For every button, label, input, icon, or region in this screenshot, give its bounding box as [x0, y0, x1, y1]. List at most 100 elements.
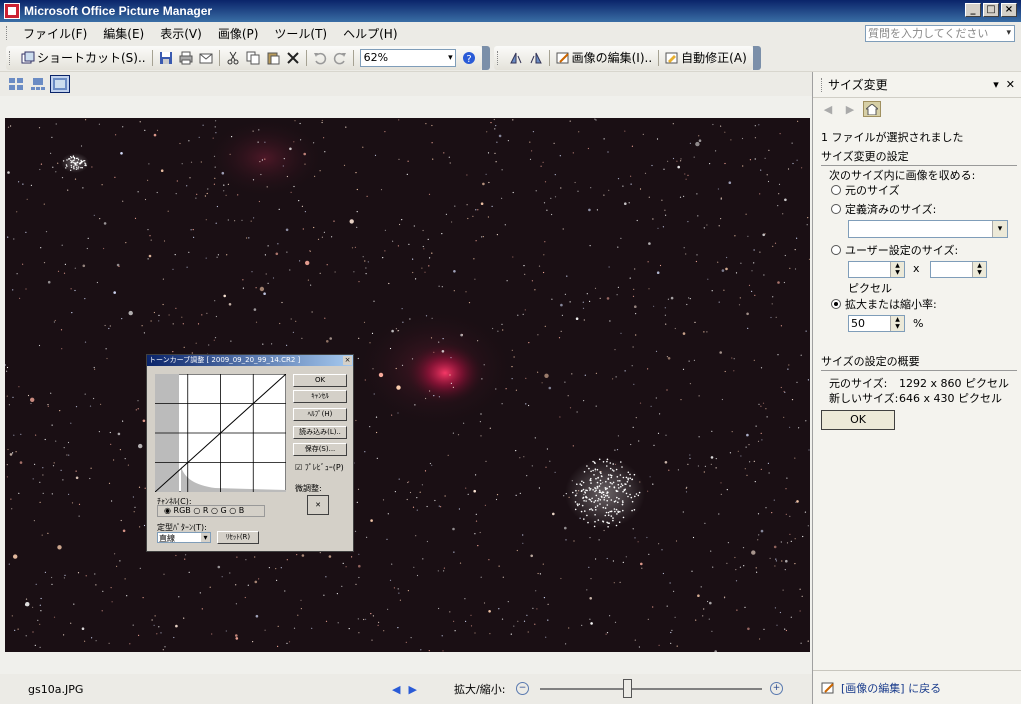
- tone-curve-graph[interactable]: [155, 374, 286, 492]
- toolbar-separator: [151, 49, 153, 66]
- next-picture-icon[interactable]: ▶: [408, 683, 424, 696]
- predefined-size-select[interactable]: ▾: [848, 220, 1008, 238]
- tone-preview-checkbox[interactable]: ☑ ﾌﾟﾚﾋﾞｭｰ(P): [295, 462, 344, 473]
- status-filename: gs10a.JPG: [28, 682, 84, 696]
- single-picture-view-button[interactable]: [50, 75, 70, 93]
- redo-icon: [333, 52, 346, 64]
- menu-picture[interactable]: 画像(P): [210, 25, 267, 42]
- print-button[interactable]: [176, 48, 196, 68]
- save-button[interactable]: [156, 48, 176, 68]
- delete-button[interactable]: [283, 48, 303, 68]
- edit-picture-button[interactable]: 画像の編集(I)..: [553, 48, 656, 68]
- forward-arrow-icon[interactable]: ▶: [841, 101, 859, 117]
- toolbar-separator: [305, 49, 307, 66]
- radio-percent[interactable]: [831, 299, 841, 309]
- menubar-grip[interactable]: [6, 26, 9, 40]
- title-bar: Microsoft Office Picture Manager _ □ ×: [0, 0, 1021, 22]
- maximize-button[interactable]: □: [983, 3, 999, 17]
- toolbar-grip[interactable]: [9, 50, 12, 65]
- minimize-button[interactable]: _: [965, 3, 981, 17]
- help-search-input[interactable]: 質問を入力してください: [865, 25, 1015, 42]
- rotate-left-icon: [509, 52, 522, 63]
- help-button[interactable]: ?: [459, 48, 479, 68]
- copy-button[interactable]: [243, 48, 263, 68]
- task-pane-grip[interactable]: [821, 77, 824, 92]
- tone-curve-close-icon[interactable]: ×: [343, 356, 352, 365]
- print-icon: [179, 51, 193, 64]
- toolbar-options-button[interactable]: [481, 45, 490, 70]
- original-size-radio[interactable]: 元のサイズ: [831, 182, 900, 198]
- zoom-slider-track[interactable]: [540, 688, 762, 690]
- radio-original[interactable]: [831, 185, 841, 195]
- scissors-icon: [227, 51, 239, 64]
- rotate-left-button[interactable]: [506, 48, 526, 68]
- menu-tools[interactable]: ツール(T): [266, 25, 335, 42]
- paste-button[interactable]: [263, 48, 283, 68]
- thumbnail-view-button[interactable]: [6, 75, 26, 93]
- predefined-size-radio[interactable]: 定義済みのサイズ:: [831, 201, 936, 217]
- menu-view[interactable]: 表示(V): [152, 25, 210, 42]
- menu-help[interactable]: ヘルプ(H): [335, 25, 405, 42]
- toolbar-grip[interactable]: [496, 50, 500, 65]
- back-arrow-icon[interactable]: ◀: [819, 101, 837, 117]
- close-button[interactable]: ×: [1001, 3, 1017, 17]
- undo-button[interactable]: [310, 48, 330, 68]
- filmstrip-view-button[interactable]: [28, 75, 48, 93]
- percent-spinner-icon[interactable]: ▲ ▼: [890, 316, 904, 331]
- height-spinner-icon[interactable]: ▲ ▼: [972, 262, 986, 277]
- email-button[interactable]: [196, 48, 216, 68]
- star-field-image: [5, 118, 810, 652]
- tone-ok-button[interactable]: OK: [293, 374, 347, 387]
- back-to-edit-picture-link[interactable]: [画像の編集] に戻る: [841, 680, 941, 696]
- window-controls: _ □ ×: [965, 3, 1017, 17]
- tone-reset-button[interactable]: ﾘｾｯﾄ(R): [217, 531, 259, 544]
- cut-button[interactable]: [223, 48, 243, 68]
- tone-cancel-button[interactable]: ｷｬﾝｾﾙ: [293, 390, 347, 403]
- shortcut-button[interactable]: ショートカット(S)..: [18, 48, 149, 68]
- channel-b-radio[interactable]: ○ B: [229, 506, 244, 515]
- toolbar-separator: [658, 49, 660, 66]
- channel-g-radio[interactable]: ○ G: [211, 506, 227, 515]
- toolbar-group-edit: 画像の編集(I).. 自動修正(A): [493, 45, 753, 70]
- size-summary-heading: サイズの設定の概要: [821, 353, 1017, 371]
- zoom-in-icon[interactable]: +: [770, 682, 783, 695]
- percent-input[interactable]: 50 ▲ ▼: [848, 315, 905, 332]
- tone-help-button[interactable]: ﾍﾙﾌﾟ(H): [293, 408, 347, 421]
- custom-size-radio[interactable]: ユーザー設定のサイズ:: [831, 242, 958, 258]
- tone-preset-select[interactable]: 直線 ▾: [157, 532, 211, 543]
- radio-custom[interactable]: [831, 245, 841, 255]
- width-spinner-icon[interactable]: ▲ ▼: [890, 262, 904, 277]
- task-pane-menu-icon[interactable]: ▾: [993, 78, 999, 91]
- tone-load-button[interactable]: 読み込み(L)..: [293, 426, 347, 439]
- resize-task-pane: サイズ変更 ▾ ✕ ◀ ▶ 1 ファイルが選択されました サイズ変更の設定 次の…: [812, 72, 1021, 704]
- task-pane-header: サイズ変更 ▾ ✕: [813, 72, 1021, 98]
- rotate-right-button[interactable]: [526, 48, 546, 68]
- tone-save-button[interactable]: 保存(S)...: [293, 443, 347, 456]
- resize-ok-button[interactable]: OK: [821, 410, 895, 430]
- predefined-size-label: 定義済みのサイズ:: [845, 203, 937, 216]
- percent-unit-label: %: [913, 317, 924, 330]
- channel-rgb-radio[interactable]: ◉ RGB: [164, 506, 191, 515]
- task-pane-close-icon[interactable]: ✕: [1006, 78, 1015, 91]
- window-title: Microsoft Office Picture Manager: [24, 4, 213, 18]
- zoom-slider-thumb[interactable]: [622, 679, 632, 698]
- fine-tune-arrows-icon[interactable]: ✕: [307, 495, 329, 515]
- custom-width-input[interactable]: ▲ ▼: [848, 261, 905, 278]
- radio-predefined[interactable]: [831, 204, 841, 214]
- channel-r-radio[interactable]: ○ R: [193, 506, 208, 515]
- home-icon[interactable]: [863, 101, 881, 117]
- auto-correct-button[interactable]: 自動修正(A): [662, 48, 750, 68]
- zoom-out-icon[interactable]: −: [516, 682, 529, 695]
- zoom-select[interactable]: 62%: [359, 48, 456, 67]
- photo-canvas[interactable]: トーンカーブ調整 [ 2009_09_20_99_14.CR2 ] × OK ｷ…: [5, 118, 810, 652]
- selection-info: 1 ファイルが選択されました: [821, 131, 964, 144]
- toolbar-options-button[interactable]: [752, 45, 761, 70]
- task-pane-footer: [画像の編集] に戻る: [813, 670, 1021, 704]
- percent-label: 拡大または縮小率:: [845, 298, 937, 311]
- menu-edit[interactable]: 編集(E): [95, 25, 152, 42]
- previous-picture-icon[interactable]: ◀: [392, 683, 408, 696]
- menu-file[interactable]: ファイル(F): [15, 25, 95, 42]
- redo-button[interactable]: [330, 48, 350, 68]
- custom-height-input[interactable]: ▲ ▼: [930, 261, 987, 278]
- percent-radio[interactable]: 拡大または縮小率:: [831, 296, 937, 312]
